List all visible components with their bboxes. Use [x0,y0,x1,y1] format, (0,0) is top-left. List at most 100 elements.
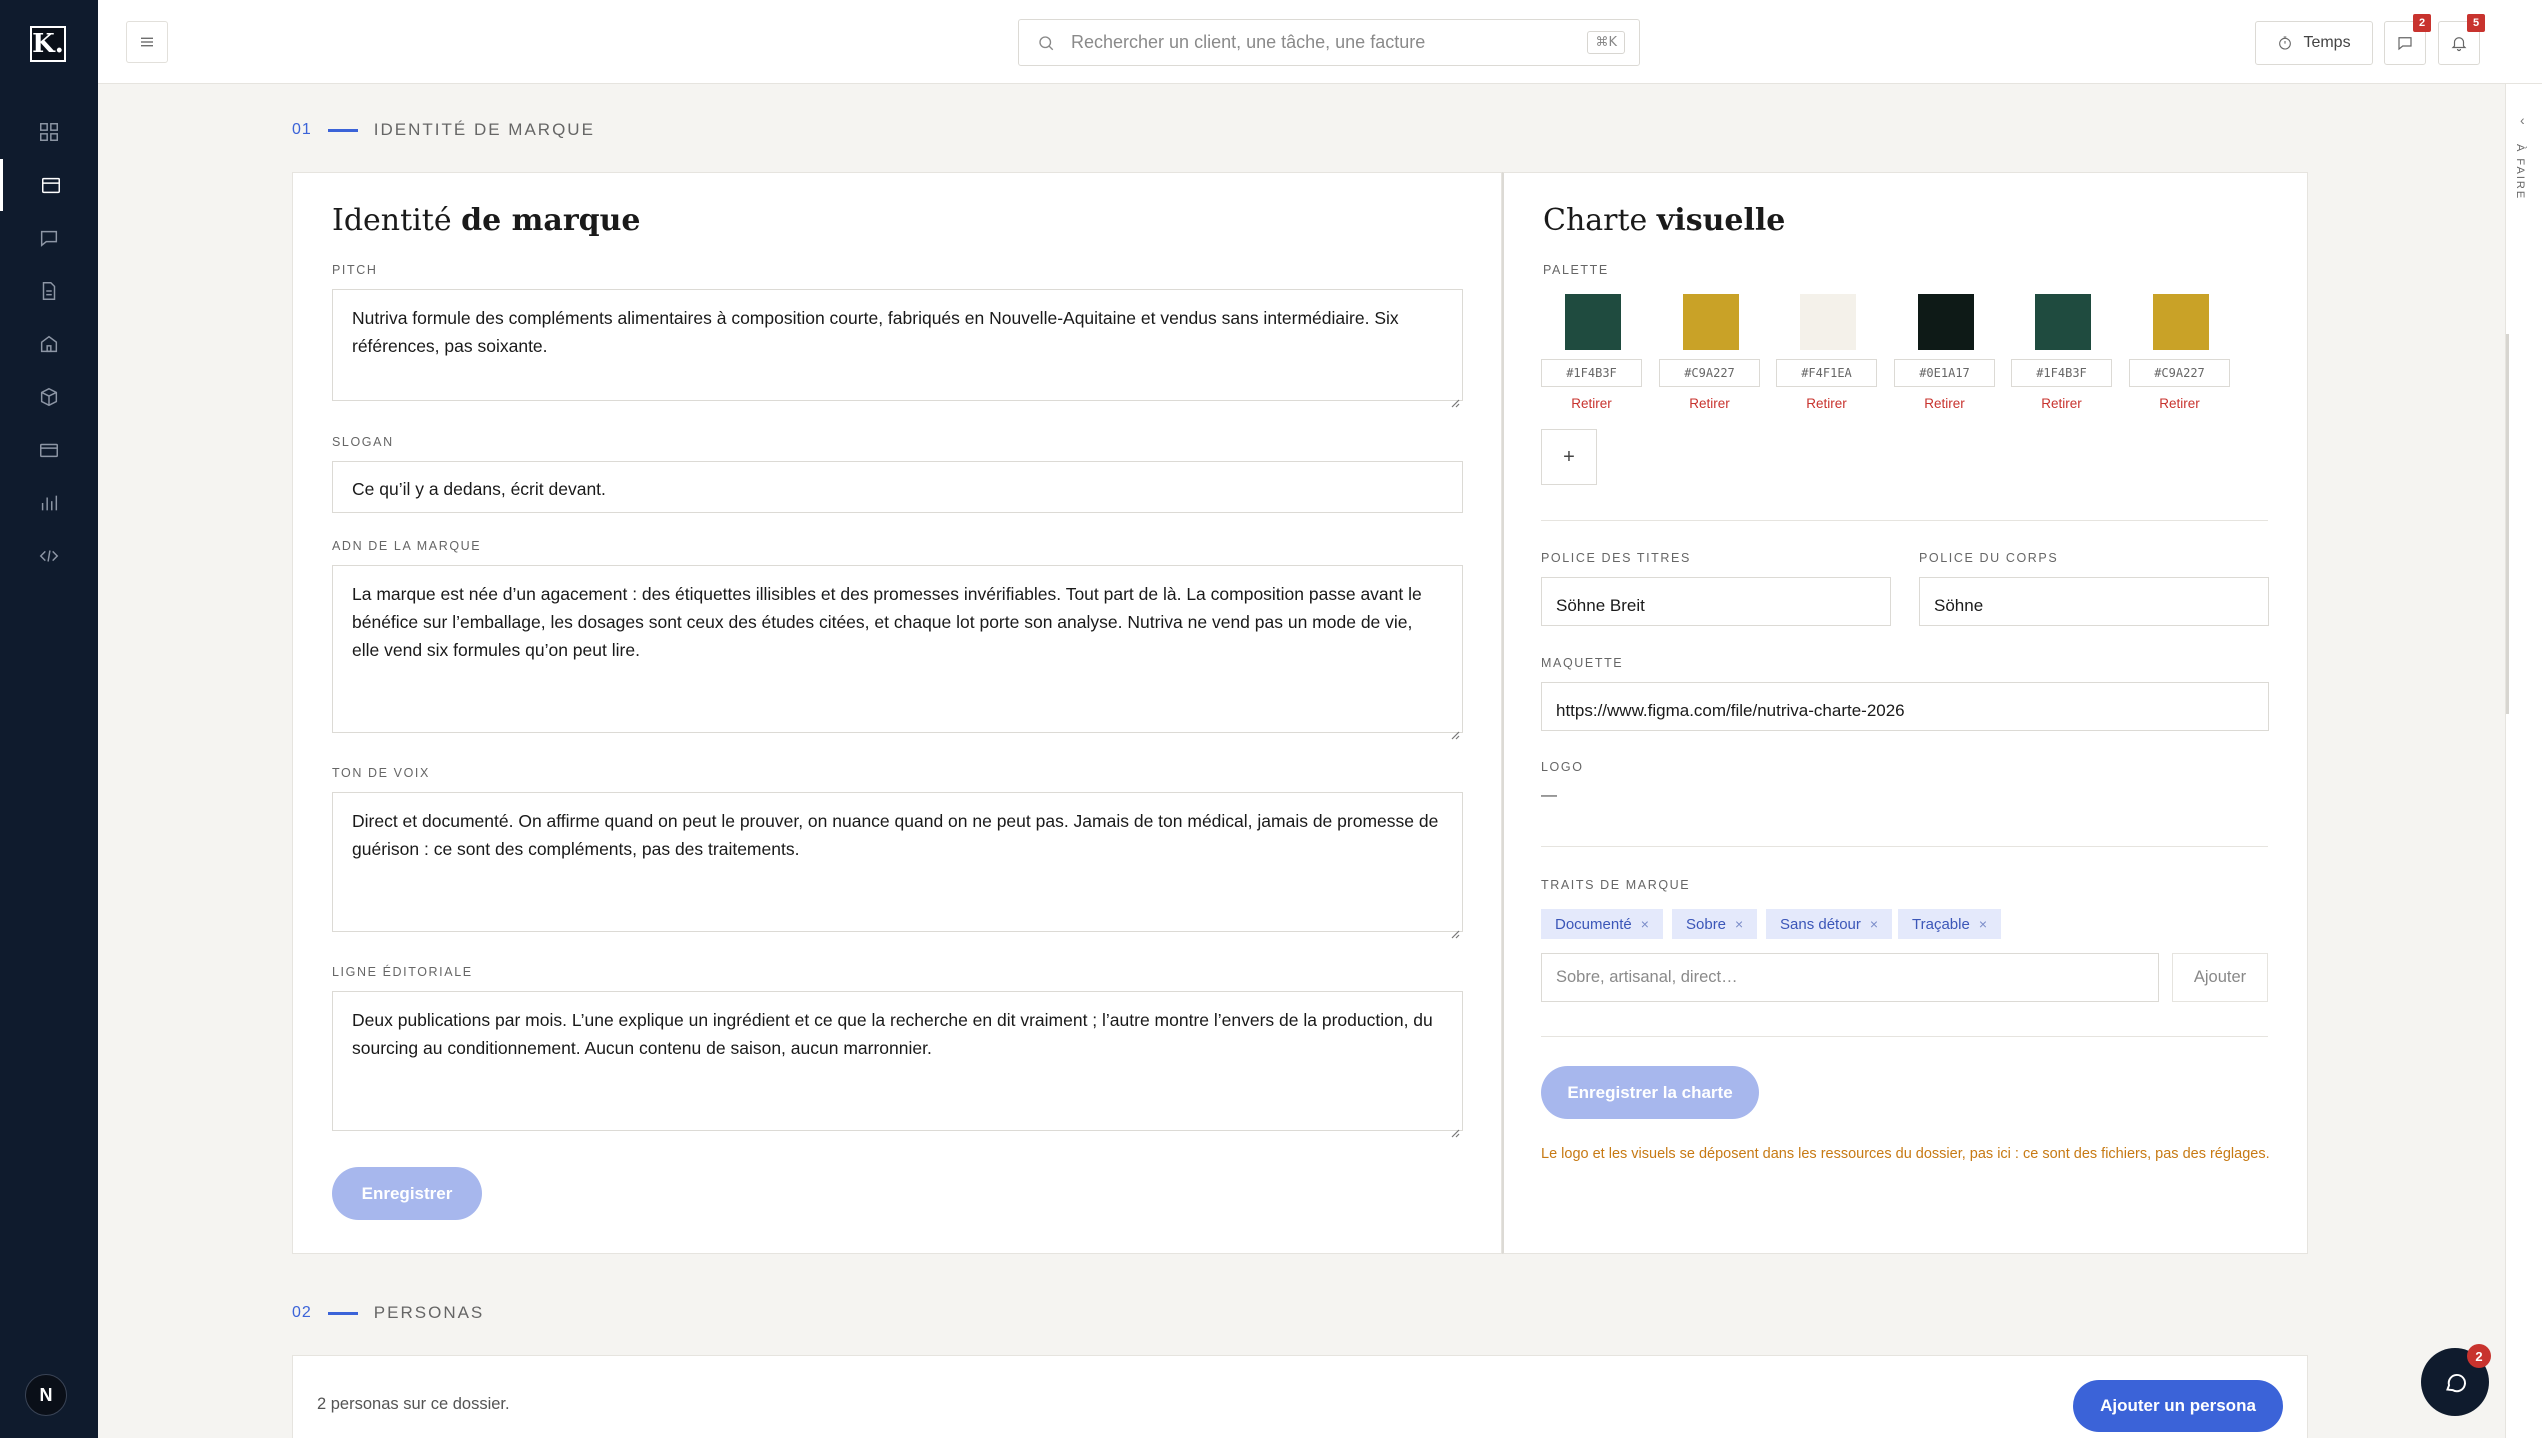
title-bold: de marque [461,203,641,238]
bar-chart-icon [41,495,58,511]
remove-trait-icon[interactable]: × [1735,916,1743,932]
section-header-personas: 02 PERSONAS [292,1303,484,1323]
scrollbar[interactable] [2506,334,2509,714]
slogan-label: SLOGAN [332,435,394,449]
color-swatch[interactable] [1800,294,1856,350]
nav-code-icon[interactable] [0,530,98,582]
logo-empty-value: — [1541,787,1557,804]
remove-color-link[interactable]: Retirer [2011,396,2112,411]
section-divider [327,128,358,132]
color-hex[interactable]: #C9A227 [2129,359,2230,387]
font-body-label: POLICE DU CORPS [1919,551,2059,565]
add-persona-button[interactable]: Ajouter un persona [2073,1380,2283,1432]
nav-products-icon[interactable] [0,371,98,423]
document-icon [42,282,56,300]
maquette-value: https://www.figma.com/file/nutriva-chart… [1556,701,1905,720]
section-title: PERSONAS [373,1303,485,1322]
box-icon [40,387,58,407]
nav-dashboard-icon[interactable] [0,106,98,158]
ton-textarea[interactable]: Direct et documenté. On affirme quand on… [332,792,1463,939]
adn-textarea[interactable]: La marque est née d’un agacement : des é… [332,565,1463,740]
timer-label: Temps [2303,34,2351,51]
color-hex[interactable]: #0E1A17 [1894,359,1995,387]
personas-card [292,1355,2308,1438]
remove-trait-icon[interactable]: × [1979,916,1987,932]
remove-color-link[interactable]: Retirer [1659,396,1760,411]
nav-home-icon[interactable] [0,318,98,370]
logo-label: LOGO [1541,760,1584,774]
trait-tag: Sans détour × [1766,909,1893,939]
chat-badge: 2 [2467,1344,2491,1368]
resize-handle-icon[interactable] [1450,919,1460,939]
adn-value: La marque est née d’un agacement : des é… [352,584,1422,660]
font-titles-input[interactable]: Söhne Breit [1541,577,1891,626]
message-icon [40,230,58,247]
color-swatch[interactable] [2153,294,2209,350]
nav-stats-icon[interactable] [0,477,98,529]
color-swatch[interactable] [2035,294,2091,350]
clock-icon [2279,36,2292,50]
trait-tag: Sobre × [1672,909,1758,939]
font-body-value: Söhne [1934,596,1984,615]
remove-color-link[interactable]: Retirer [1894,396,1995,411]
remove-color-link[interactable]: Retirer [2129,396,2230,411]
nav-billing-icon[interactable] [0,424,98,476]
search-bar[interactable]: ⌘K [1018,19,1640,66]
traits-label: TRAITS DE MARQUE [1541,878,1691,892]
font-body-input[interactable]: Söhne [1919,577,2269,626]
notifications-button[interactable]: 5 [2438,14,2485,65]
chat-button[interactable]: 2 [2421,1344,2491,1416]
nav-documents-icon[interactable] [0,265,98,317]
slogan-input[interactable]: Ce qu’il y a dedans, écrit devant. [332,461,1463,513]
trait-label: Sobre [1686,915,1727,933]
resize-handle-icon[interactable] [1450,388,1460,408]
color-hex[interactable]: #1F4B3F [2011,359,2112,387]
color-swatch[interactable] [1918,294,1974,350]
section-title: IDENTITÉ DE MARQUE [373,120,595,139]
menu-toggle-button[interactable] [126,21,168,63]
app-logo[interactable]: K. [30,26,66,62]
adn-label: ADN DE LA MARQUE [332,539,482,553]
save-identity-button[interactable]: Enregistrer [332,1167,482,1220]
color-hex[interactable]: #C9A227 [1659,359,1760,387]
add-color-button[interactable]: + [1541,429,1597,485]
color-hex[interactable]: #1F4B3F [1541,359,1642,387]
slogan-value: Ce qu’il y a dedans, écrit devant. [352,479,606,499]
remove-color-link[interactable]: Retirer [1541,396,1642,411]
color-swatch[interactable] [1683,294,1739,350]
timer-button[interactable]: Temps [2255,21,2373,65]
search-input[interactable] [1071,32,1551,53]
chat-bubble-icon [2446,1374,2466,1393]
grid-icon [40,123,58,141]
nav-messages-icon[interactable] [0,212,98,264]
user-avatar[interactable]: N [25,1374,67,1416]
maquette-input[interactable]: https://www.figma.com/file/nutriva-chart… [1541,682,2269,731]
pitch-textarea[interactable]: Nutriva formule des compléments alimenta… [332,289,1463,408]
trait-label: Traçable [1912,915,1970,933]
color-hex[interactable]: #F4F1EA [1776,359,1877,387]
nav-clients-icon[interactable] [0,159,98,211]
remove-trait-icon[interactable]: × [1870,916,1878,932]
todo-rail-label: À FAIRE [2514,144,2526,201]
add-trait-button[interactable]: Ajouter [2172,953,2268,1002]
trait-label: Sans détour [1780,915,1861,933]
maquette-label: MAQUETTE [1541,656,1624,670]
remove-trait-icon[interactable]: × [1641,916,1649,932]
font-titles-label: POLICE DES TITRES [1541,551,1691,565]
search-shortcut-badge: ⌘K [1587,31,1625,54]
todo-rail[interactable]: ‹ À FAIRE [2505,84,2542,1438]
resize-handle-icon[interactable] [1450,720,1460,740]
chevron-left-icon[interactable]: ‹ [2520,112,2525,128]
remove-color-link[interactable]: Retirer [1776,396,1877,411]
pitch-value: Nutriva formule des compléments alimenta… [352,308,1399,356]
resize-handle-icon[interactable] [1450,1118,1460,1138]
notifications-badge: 5 [2467,14,2485,32]
identity-card-title: Identité de marque [332,203,641,238]
trait-input-wrapper[interactable] [1541,953,2159,1002]
color-swatch[interactable] [1565,294,1621,350]
trait-input[interactable] [1556,968,2136,987]
save-charte-button[interactable]: Enregistrer la charte [1541,1066,1759,1119]
ligne-textarea[interactable]: Deux publications par mois. L’une expliq… [332,991,1463,1138]
trait-tag: Documenté × [1541,909,1663,939]
messages-button[interactable]: 2 [2384,14,2431,65]
